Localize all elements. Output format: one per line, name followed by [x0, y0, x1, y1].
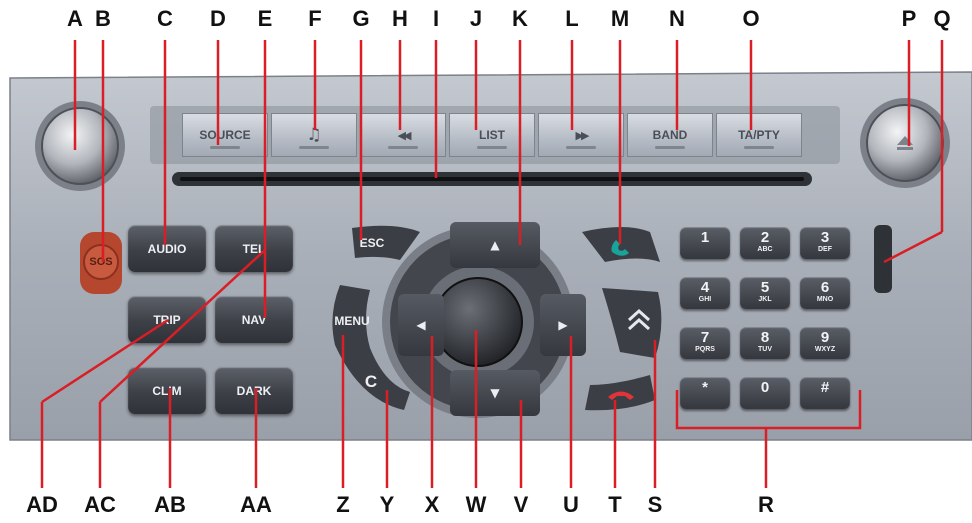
eject-icon[interactable] [896, 134, 914, 152]
music-note-button[interactable]: ♫ [271, 113, 357, 157]
callout-label: G [352, 6, 370, 31]
arrow-left-icon: ◀ [416, 318, 426, 332]
keypad-key[interactable]: 8 TUV [740, 327, 790, 359]
callout-label: AB [154, 492, 186, 517]
esc-button[interactable]: ESC [352, 236, 392, 250]
list-button[interactable]: LIST [449, 113, 535, 157]
clear-button[interactable]: C [360, 372, 382, 392]
dark-button[interactable]: DARK [215, 367, 293, 414]
callout-label: B [95, 6, 111, 31]
callout-label: AA [240, 492, 272, 517]
tel-button[interactable]: TEL [215, 225, 293, 272]
arrow-down-button[interactable]: ▼ [450, 370, 540, 416]
callout-label: F [308, 6, 322, 31]
rewind-button[interactable]: ◀◀ [360, 113, 446, 157]
keypad-key[interactable]: 3 DEF [800, 227, 850, 259]
fast-forward-icon: ▶▶ [575, 128, 590, 142]
side-knob [874, 225, 892, 293]
callout-label: H [392, 6, 408, 31]
callout-label: O [742, 6, 760, 31]
callout-label: L [565, 6, 579, 31]
callout-label: AD [26, 492, 58, 517]
radio-diagram: SOURCE ♫ ◀◀ LIST ▶▶ BAND TA/PTY SOS AUDI… [0, 0, 972, 523]
callout-label: S [647, 492, 663, 517]
nav-button[interactable]: NAV [215, 296, 293, 343]
keypad-key[interactable]: 5 JKL [740, 277, 790, 309]
arrow-right-button[interactable]: ▶ [540, 294, 586, 356]
keypad-key[interactable]: 7 PQRS [680, 327, 730, 359]
arrow-up-icon: ▲ [490, 238, 500, 252]
fast-forward-button[interactable]: ▶▶ [538, 113, 624, 157]
call-accept-icon[interactable] [608, 234, 636, 258]
callout-label: Y [379, 492, 395, 517]
keypad-key[interactable]: # [800, 377, 850, 409]
keypad-key[interactable]: 0 [740, 377, 790, 409]
music-note-icon: ♫ [306, 125, 322, 145]
callout-label: C [157, 6, 173, 31]
callout-label: X [424, 492, 440, 517]
callout-label: W [465, 492, 487, 517]
callout-label: P [901, 6, 917, 31]
center-ok-button [433, 277, 523, 367]
ta-pty-button[interactable]: TA/PTY [716, 113, 802, 157]
keypad-key[interactable]: 9 WXYZ [800, 327, 850, 359]
source-button[interactable]: SOURCE [182, 113, 268, 157]
keypad-key[interactable]: 6 MNO [800, 277, 850, 309]
callout-label: Q [933, 6, 951, 31]
arrow-down-icon: ▼ [490, 386, 500, 400]
callout-label: U [563, 492, 579, 517]
callout-label: N [669, 6, 685, 31]
sos-label: SOS [89, 256, 113, 268]
rewind-icon: ◀◀ [397, 128, 412, 142]
callout-label: D [210, 6, 226, 31]
band-button[interactable]: BAND [627, 113, 713, 157]
keypad-key[interactable]: 4 GHI [680, 277, 730, 309]
callout-label: T [608, 492, 622, 517]
audio-button[interactable]: AUDIO [128, 225, 206, 272]
callout-label: I [432, 6, 440, 31]
arrow-up-button[interactable]: ▲ [450, 222, 540, 268]
keypad-key[interactable]: * [680, 377, 730, 409]
callout-label: R [758, 492, 774, 517]
cd-slot-inner [180, 177, 804, 181]
keypad-key[interactable]: 1 [680, 227, 730, 259]
callout-label: Z [336, 492, 350, 517]
trip-button[interactable]: TRIP [128, 296, 206, 343]
arrow-right-icon: ▶ [558, 318, 568, 332]
callout-label: E [257, 6, 273, 31]
callout-label: J [469, 6, 483, 31]
menu-button[interactable]: MENU [330, 314, 374, 328]
keypad-key[interactable]: 2 ABC [740, 227, 790, 259]
callout-label: K [512, 6, 528, 31]
callout-label: AC [84, 492, 116, 517]
callout-label: M [610, 6, 630, 31]
call-end-icon[interactable] [606, 386, 636, 402]
double-chevron-icon[interactable] [626, 306, 652, 334]
callout-label: V [513, 492, 529, 517]
clim-button[interactable]: CLIM [128, 367, 206, 414]
volume-knob [41, 107, 119, 185]
callout-label: A [67, 6, 83, 31]
arrow-left-button[interactable]: ◀ [398, 294, 444, 356]
